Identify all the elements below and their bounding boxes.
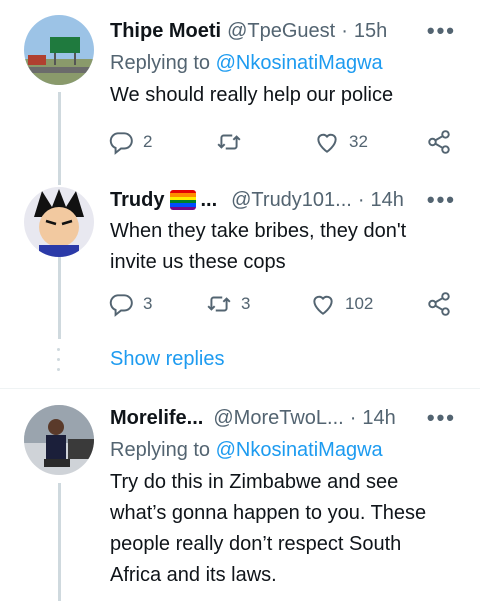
timestamp[interactable]: 14h [362, 407, 395, 430]
more-icon[interactable]: ••• [427, 16, 456, 46]
thread-line [58, 483, 61, 601]
retweet-icon [217, 134, 241, 150]
author-handle[interactable]: @TpeGuest [227, 20, 335, 43]
reply-button[interactable]: 3 [108, 289, 152, 319]
replying-to: Replying to @NkosinatiMagwa [110, 52, 383, 75]
author-handle[interactable]: @Trudy101... [231, 189, 352, 212]
reply-count: 2 [143, 132, 153, 151]
heart-icon [317, 133, 337, 153]
show-replies-link[interactable]: Show replies [110, 348, 225, 371]
replying-prefix: Replying to [110, 52, 211, 74]
reply-icon [109, 132, 133, 155]
timestamp[interactable]: 14h [371, 189, 404, 212]
share-icon [428, 130, 450, 154]
rainbow-flag-icon [170, 190, 197, 210]
retweet-button[interactable]: 3 [206, 289, 250, 319]
reply-icon [109, 294, 133, 317]
like-count: 102 [345, 294, 374, 313]
reply-button[interactable]: 2 [108, 127, 152, 157]
separator-dot: · [357, 188, 365, 211]
heart-icon [313, 295, 333, 315]
thread-dots [57, 348, 61, 378]
avatar[interactable] [24, 15, 94, 85]
mention-link[interactable]: @NkosinatiMagwa [216, 52, 383, 74]
author-name[interactable]: Thipe Moeti [110, 20, 221, 43]
like-button[interactable]: 32 [314, 127, 368, 157]
share-icon [428, 292, 450, 316]
author-handle[interactable]: @MoreTwoL... [213, 407, 343, 430]
more-icon[interactable]: ••• [427, 403, 456, 433]
avatar[interactable] [24, 187, 94, 257]
mention-link[interactable]: @NkosinatiMagwa [216, 439, 383, 461]
replying-prefix: Replying to [110, 439, 211, 461]
timestamp[interactable]: 15h [354, 20, 387, 43]
like-button[interactable]: 102 [310, 289, 373, 319]
share-button[interactable] [426, 289, 461, 319]
retweet-count: 3 [241, 294, 251, 313]
author-name[interactable]: Trudy [110, 189, 164, 212]
separator-dot: · [341, 19, 348, 42]
replying-to: Replying to @NkosinatiMagwa [110, 439, 383, 462]
separator-dot: · [349, 406, 357, 429]
more-icon[interactable]: ••• [427, 185, 456, 215]
share-button[interactable] [426, 127, 461, 157]
retweet-button[interactable] [216, 127, 251, 157]
tweet[interactable]: Trudy ... @Trudy101... · 14h ••• When th… [0, 185, 480, 385]
thread-line [58, 257, 61, 339]
tweet[interactable]: Thipe Moeti @TpeGuest · 15h ••• Replying… [0, 0, 480, 185]
tweet[interactable]: Morelife... @MoreTwoL... · 14h ••• Reply… [0, 389, 480, 601]
avatar[interactable] [24, 405, 94, 475]
retweet-icon [207, 296, 231, 312]
action-bar: 2 32 [108, 127, 456, 157]
reply-count: 3 [143, 294, 153, 313]
action-bar: 3 3 102 [108, 289, 456, 319]
author-name-suffix: ... [200, 188, 218, 211]
tweet-text: We should really help our police [110, 84, 394, 106]
like-count: 32 [349, 132, 368, 151]
thread-line [58, 92, 61, 185]
author-name[interactable]: Morelife... [110, 407, 203, 430]
tweet-text: Try do this in Zimbabwe and see what’s g… [110, 471, 427, 586]
tweet-text: When they take bribes, they don't invite… [110, 220, 407, 273]
